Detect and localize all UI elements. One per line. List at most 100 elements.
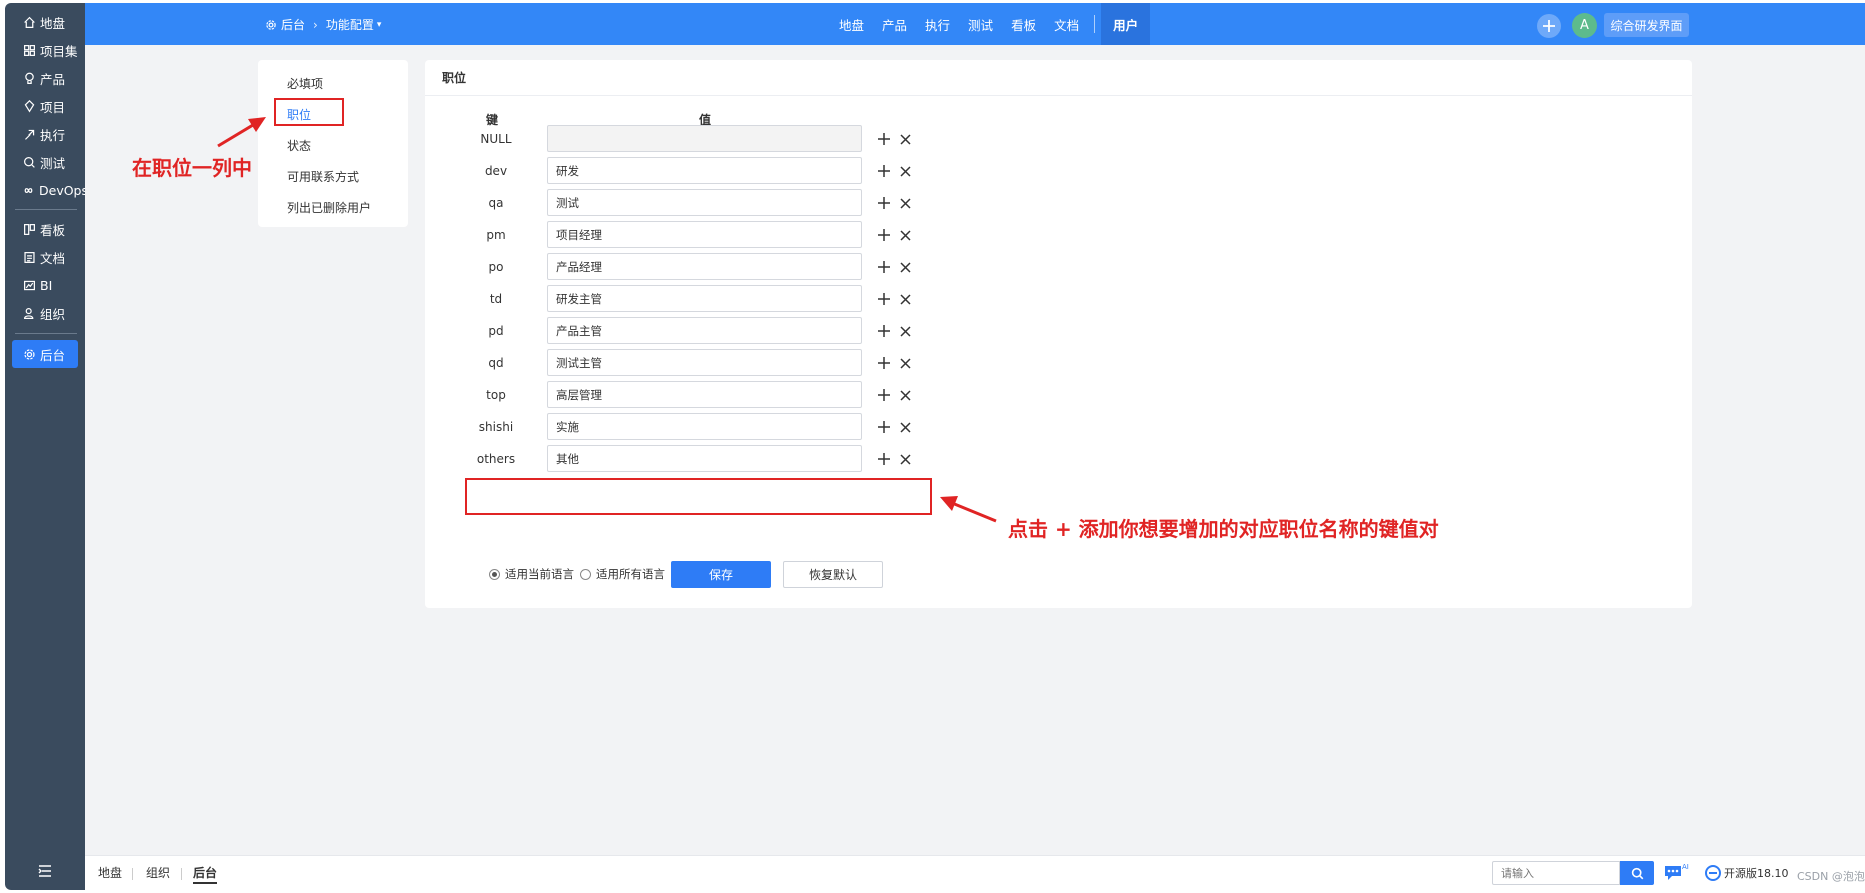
tab-dashboard[interactable]: 地盘 (830, 3, 873, 45)
tab-user[interactable]: 用户 (1101, 3, 1151, 45)
add-row-icon[interactable] (876, 131, 892, 147)
role-value-input[interactable] (547, 445, 862, 472)
delete-row-icon[interactable] (897, 323, 913, 339)
plus-icon (1543, 20, 1555, 32)
delete-row-icon[interactable] (897, 387, 913, 403)
menu-item-contact[interactable]: 可用联系方式 (258, 161, 408, 192)
add-row-icon[interactable] (876, 227, 892, 243)
add-row-icon[interactable] (876, 163, 892, 179)
bottom-tab-org[interactable]: 组织 (146, 864, 170, 881)
role-key: NULL (480, 132, 512, 146)
kanban-icon (22, 222, 36, 236)
add-row-icon[interactable] (876, 259, 892, 275)
delete-row-icon[interactable] (897, 259, 913, 275)
role-value-input[interactable] (547, 349, 862, 376)
sidebar-item-label: 后台 (40, 347, 66, 363)
sidebar-item-kanban[interactable]: 看板 (12, 215, 78, 243)
zentao-logo-icon (1705, 865, 1721, 881)
role-value-input[interactable] (547, 413, 862, 440)
sidebar-item-program[interactable]: 项目集 (12, 36, 78, 64)
role-value-input[interactable] (547, 317, 862, 344)
table-row: others (425, 445, 945, 473)
watermark: CSDN @泡泡 (1797, 870, 1865, 883)
bottom-divider (181, 868, 182, 880)
sidebar: 地盘 项目集 产品 项目 执行 测试 DevOps 看板 文档 BI 组织 后台 (5, 3, 88, 890)
role-key: qa (488, 196, 504, 210)
delete-row-icon[interactable] (897, 451, 913, 467)
table-row: qd (425, 349, 945, 377)
role-value-input[interactable] (547, 157, 862, 184)
create-button[interactable] (1537, 14, 1561, 38)
sidebar-item-bi[interactable]: BI (12, 271, 78, 299)
delete-row-icon[interactable] (897, 163, 913, 179)
sidebar-item-execution[interactable]: 执行 (12, 120, 78, 148)
delete-row-icon[interactable] (897, 131, 913, 147)
sidebar-item-label: 产品 (40, 71, 66, 87)
table-row: qa (425, 189, 945, 217)
add-row-icon[interactable] (876, 451, 892, 467)
sidebar-item-org[interactable]: 组织 (12, 299, 78, 327)
role-key: dev (484, 164, 508, 178)
sidebar-divider (15, 333, 77, 334)
breadcrumb-current[interactable]: 功能配置 (326, 16, 374, 33)
bottom-tab-dashboard[interactable]: 地盘 (98, 864, 122, 881)
add-row-icon[interactable] (876, 355, 892, 371)
bottom-tab-admin[interactable]: 后台 (193, 864, 218, 884)
tab-execution[interactable]: 执行 (916, 3, 959, 45)
radio-checked-icon (489, 568, 500, 580)
delete-row-icon[interactable] (897, 227, 913, 243)
role-value-input[interactable] (547, 221, 862, 248)
role-value-input[interactable] (547, 381, 862, 408)
save-button[interactable]: 保存 (671, 560, 771, 588)
form-footer: 适用当前语言 适用所有语言 保存 恢复默认 (489, 560, 883, 588)
delete-row-icon[interactable] (897, 291, 913, 307)
chevron-down-icon[interactable]: ▾ (377, 20, 382, 30)
tab-product[interactable]: 产品 (873, 3, 916, 45)
sidebar-item-test[interactable]: 测试 (12, 148, 78, 176)
tab-test[interactable]: 测试 (959, 3, 1002, 45)
form-title: 职位 (425, 60, 1692, 96)
search-button[interactable] (1620, 861, 1654, 885)
add-row-icon[interactable] (876, 387, 892, 403)
sidebar-item-label: 组织 (40, 306, 66, 322)
tab-doc[interactable]: 文档 (1045, 3, 1088, 45)
breadcrumb-root[interactable]: 后台 (281, 16, 305, 33)
role-value-input[interactable] (547, 125, 862, 152)
sidebar-item-devops[interactable]: DevOps (12, 176, 88, 204)
delete-row-icon[interactable] (897, 419, 913, 435)
lightbulb-icon (22, 71, 36, 85)
lang-all-radio[interactable]: 适用所有语言 (580, 566, 665, 582)
menu-item-status[interactable]: 状态 (258, 130, 408, 161)
add-row-icon[interactable] (876, 195, 892, 211)
lang-current-radio[interactable]: 适用当前语言 (489, 566, 574, 582)
project-icon (22, 99, 36, 113)
menu-item-required[interactable]: 必填项 (258, 68, 408, 99)
bottom-search-input[interactable] (1492, 861, 1620, 885)
delete-row-icon[interactable] (897, 195, 913, 211)
sidebar-item-project[interactable]: 项目 (12, 92, 78, 120)
role-value-input[interactable] (547, 285, 862, 312)
add-row-icon[interactable] (876, 291, 892, 307)
sidebar-divider (15, 209, 77, 210)
role-value-input[interactable] (547, 189, 862, 216)
avatar[interactable]: A (1572, 13, 1597, 38)
tab-kanban[interactable]: 看板 (1002, 3, 1045, 45)
ai-chat-icon[interactable]: AI (1663, 862, 1689, 884)
menu-item-deleted-users[interactable]: 列出已删除用户 (258, 192, 408, 223)
sidebar-item-doc[interactable]: 文档 (12, 243, 78, 271)
gear-icon (265, 19, 277, 31)
annotation-right-note: 点击 + 添加你想要增加的对应职位名称的键值对 (1008, 517, 1439, 541)
sidebar-item-dashboard[interactable]: 地盘 (12, 8, 78, 36)
sidebar-item-admin[interactable]: 后台 (12, 340, 78, 368)
role-value-input[interactable] (547, 253, 862, 280)
reset-default-button[interactable]: 恢复默认 (783, 560, 883, 588)
add-row-icon[interactable] (876, 323, 892, 339)
add-row-icon[interactable] (876, 419, 892, 435)
delete-row-icon[interactable] (897, 355, 913, 371)
table-row: td (425, 285, 945, 313)
brand-version: 开源版18.10 (1724, 867, 1789, 880)
menu-collapse-icon[interactable] (35, 863, 55, 879)
sidebar-item-product[interactable]: 产品 (12, 64, 78, 92)
workspace-button[interactable]: 综合研发界面 (1604, 13, 1689, 37)
radio-unchecked-icon (580, 568, 591, 580)
